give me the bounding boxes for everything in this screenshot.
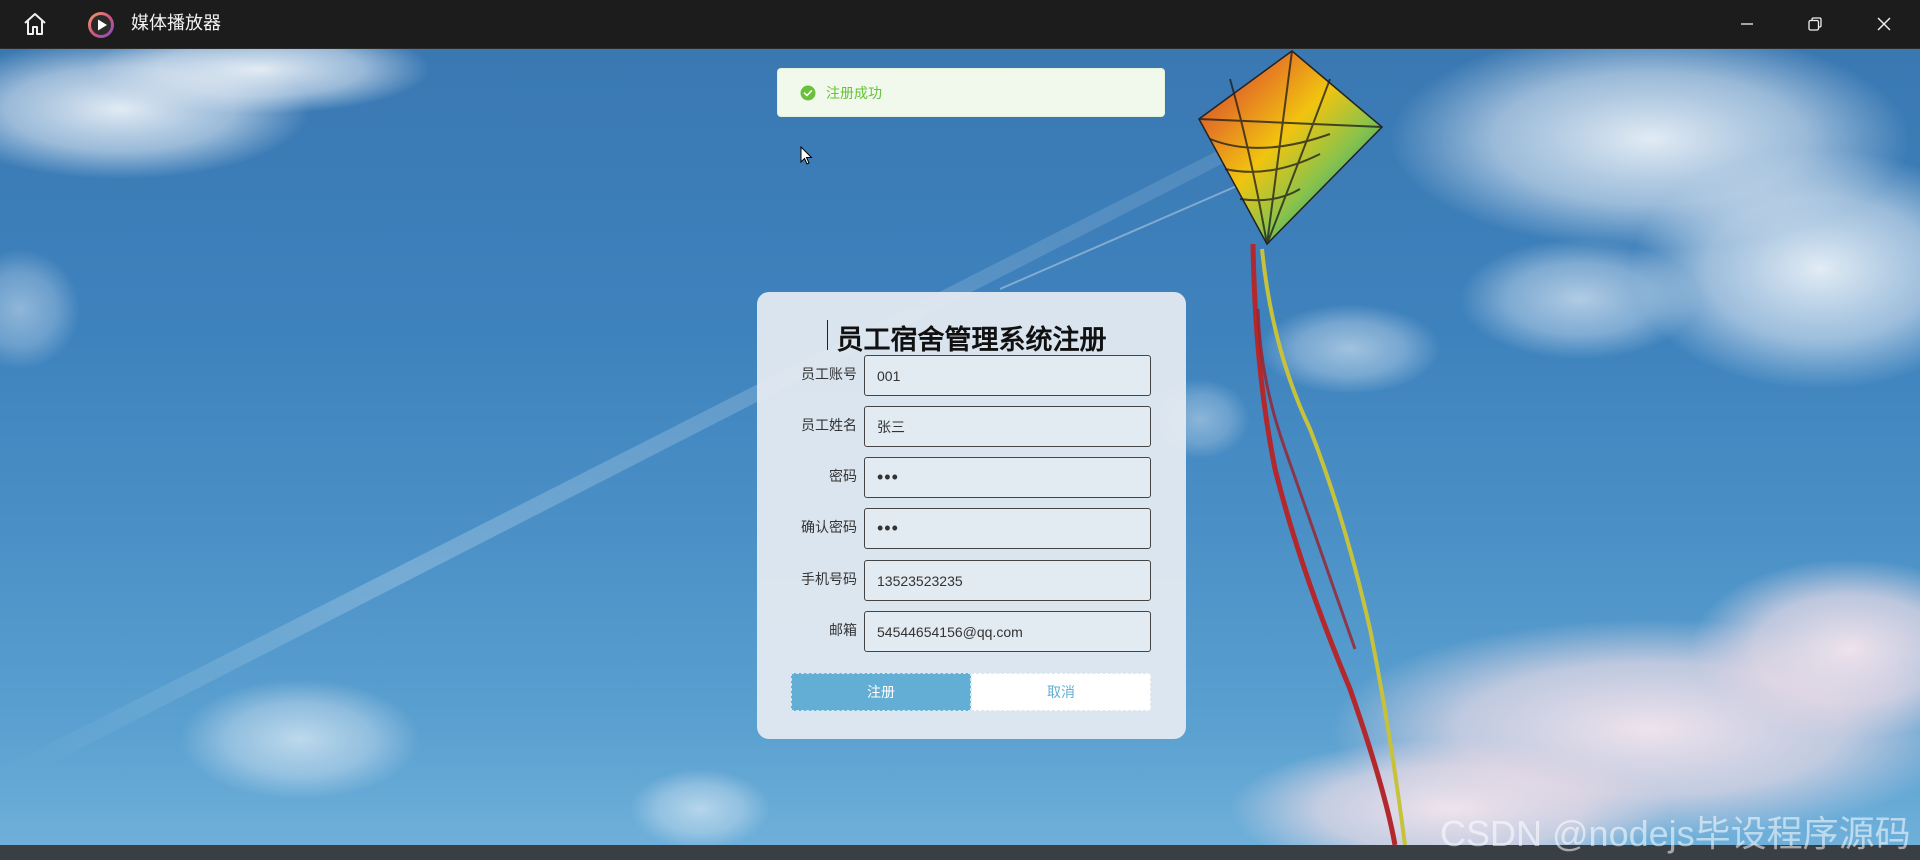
media-player-window: 媒体播放器 注册成功 员工宿舍管理系统注册 员工账号 001 员工姓名 张三 密…	[0, 0, 1920, 860]
phone-input[interactable]	[864, 560, 1151, 601]
form-title: 员工宿舍管理系统注册	[836, 325, 1107, 356]
close-button[interactable]	[1850, 0, 1918, 48]
field-row-employee-name: 员工姓名	[757, 406, 1186, 447]
register-form-card: 员工宿舍管理系统注册 员工账号 员工姓名 密码 确认密码 手机号码 邮箱 注册 …	[757, 292, 1186, 739]
success-toast: 注册成功	[777, 68, 1165, 117]
field-row-phone: 手机号码	[757, 560, 1186, 601]
employee-id-input[interactable]	[864, 355, 1151, 396]
media-player-logo-icon	[88, 12, 114, 38]
confirm-password-input[interactable]	[864, 508, 1151, 549]
password-input[interactable]	[864, 457, 1151, 498]
close-icon	[1877, 17, 1891, 31]
employee-name-label: 员工姓名	[801, 418, 857, 434]
restore-icon	[1808, 17, 1822, 31]
minimize-button[interactable]	[1713, 0, 1781, 48]
register-button[interactable]: 注册	[791, 673, 971, 711]
phone-label: 手机号码	[801, 572, 857, 588]
mouse-cursor-icon	[800, 146, 813, 165]
restore-button[interactable]	[1781, 0, 1849, 48]
home-icon	[24, 13, 46, 35]
field-row-employee-id: 员工账号	[757, 355, 1186, 396]
field-row-email: 邮箱	[757, 611, 1186, 652]
toast-message: 注册成功	[826, 85, 882, 102]
check-circle-icon	[800, 85, 816, 100]
window-title: 媒体播放器	[131, 13, 221, 34]
email-input[interactable]	[864, 611, 1151, 652]
watermark-text: CSDN @nodejs毕设程序源码	[1440, 813, 1911, 854]
cancel-button[interactable]: 取消	[971, 673, 1151, 711]
password-label: 密码	[829, 469, 857, 485]
title-bar: 媒体播放器	[0, 0, 1920, 49]
minimize-icon	[1741, 23, 1753, 25]
email-label: 邮箱	[829, 623, 857, 639]
employee-name-input[interactable]	[864, 406, 1151, 447]
home-button[interactable]	[20, 10, 50, 38]
field-row-confirm-password: 确认密码	[757, 508, 1186, 549]
field-row-password: 密码	[757, 457, 1186, 498]
confirm-password-label: 确认密码	[801, 520, 857, 536]
employee-id-label: 员工账号	[801, 367, 857, 383]
